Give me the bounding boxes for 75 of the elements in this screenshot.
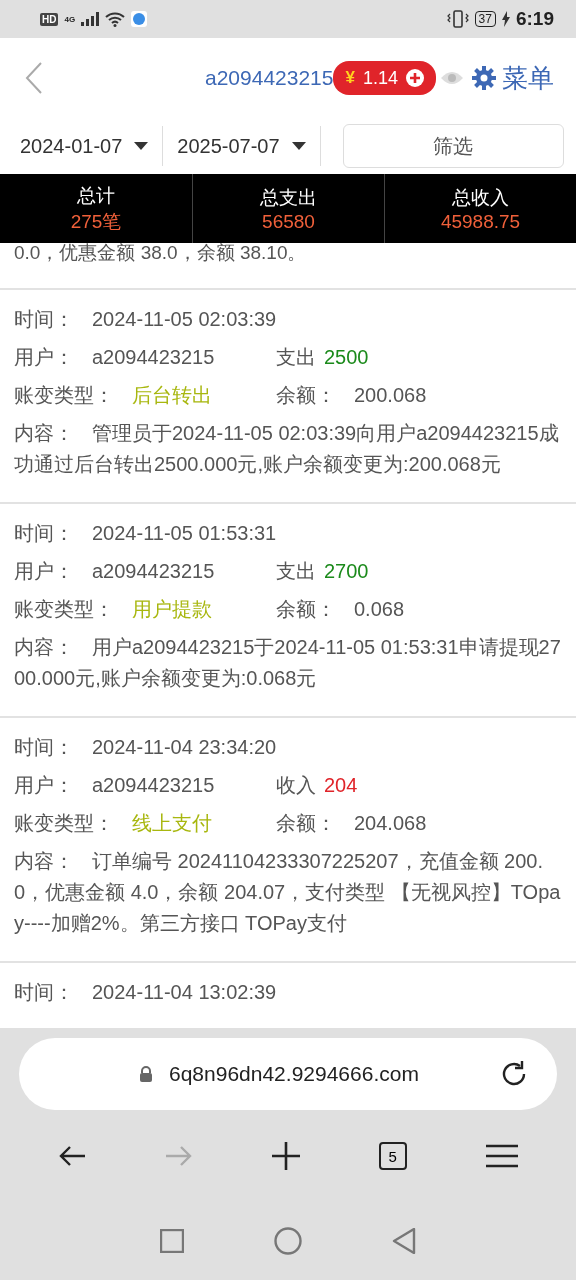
amount-label: 收入: [276, 772, 316, 798]
amount-value: 2500: [324, 345, 369, 369]
field-label: 账变类型：: [14, 596, 114, 622]
network-label: 4G: [64, 14, 76, 24]
type-value: 用户提款: [132, 596, 212, 622]
caret-icon: [291, 142, 306, 150]
content-text: 0.0，优惠金额 38.0，余额 38.10。: [13, 243, 308, 265]
content-text: 内容： 订单编号 20241104233307225207，充值金额 200.0，优惠金额 4.0，余额 204.07，支付类型 【无视风控】TOpay----加赠2%。第三方接口 TOPay支付: [14, 849, 562, 936]
end-date-select[interactable]: 2025-07-07: [177, 134, 306, 158]
time-value: 2024-11-05 01:53:31: [92, 521, 277, 545]
menu-icon[interactable]: [485, 1144, 518, 1168]
start-date-select[interactable]: 2024-01-07: [20, 134, 149, 158]
field-label: 余额：: [276, 810, 336, 836]
field-label: 时间：: [14, 520, 74, 546]
tabs-button[interactable]: 5: [378, 1142, 407, 1170]
balance-value: 200.068: [354, 383, 427, 407]
address-bar[interactable]: 6q8n96dn42.9294666.com: [19, 1038, 557, 1110]
field-label: 用户：: [14, 772, 74, 798]
user-value: a2094423215: [92, 345, 215, 369]
wifi-icon: [105, 11, 126, 27]
amount-label: 支出: [276, 344, 316, 370]
summary-label: 总支出: [260, 185, 317, 210]
back-arrow-icon[interactable]: [58, 1145, 87, 1167]
summary-label: 总计: [77, 183, 115, 208]
balance-value: 204.068: [354, 811, 427, 835]
gear-icon: [472, 66, 496, 90]
charging-icon: [501, 11, 510, 27]
content-text: 内容： 用户a2094423215于2024-11-05 01:53:31申请提现2700.000元,账户余额变更为:0.068元: [14, 635, 562, 691]
username: a2094423215: [205, 66, 334, 90]
vibrate-icon: [446, 10, 469, 28]
field-label: 用户：: [14, 558, 74, 584]
user-value: a2094423215: [92, 773, 215, 797]
signal-icon: [81, 12, 100, 26]
menu-button[interactable]: 菜单: [472, 60, 554, 96]
amount-value: 2700: [324, 559, 369, 583]
field-label: 用户：: [14, 344, 74, 370]
field-label: 时间：: [14, 734, 74, 760]
field-label: 账变类型：: [14, 382, 114, 408]
summary-value: 45988.75: [440, 210, 521, 233]
eye-icon[interactable]: [440, 70, 464, 86]
filter-button[interactable]: 筛选: [342, 124, 564, 168]
field-label: 时间：: [14, 306, 74, 332]
back-icon[interactable]: [392, 1228, 416, 1254]
amount-label: 支出: [276, 558, 316, 584]
summary-value: 275笔: [70, 209, 122, 234]
field-label: 账变类型：: [14, 810, 114, 836]
summary-value: 56580: [262, 210, 315, 233]
clock-time: 6:19: [515, 8, 554, 30]
plus-icon[interactable]: [272, 1142, 300, 1170]
field-label: 余额：: [276, 596, 336, 622]
balance-badge[interactable]: ¥ 1.14: [333, 61, 436, 95]
time-value: 2024-11-04 23:34:20: [92, 735, 277, 759]
content-text: 内容： 管理员于2024-11-05 02:03:39向用户a2094423215成功通过后台转出2500.000元,账户余额变更为:200.068元: [14, 421, 560, 477]
back-button[interactable]: [24, 61, 44, 95]
balance-value: 1.14: [362, 67, 398, 89]
balance-value: 0.068: [354, 597, 405, 621]
summary-label: 总收入: [452, 185, 509, 210]
hd-badge: HD: [40, 12, 59, 26]
field-label: 余额：: [276, 382, 336, 408]
lock-icon: [139, 1066, 153, 1082]
yuan-symbol: ¥: [345, 68, 355, 88]
type-value: 后台转出: [132, 382, 212, 408]
caret-icon: [134, 142, 149, 150]
time-value: 2024-11-05 02:03:39: [92, 307, 277, 331]
recents-icon[interactable]: [160, 1229, 184, 1253]
url-text: 6q8n96dn42.9294666.com: [169, 1062, 420, 1086]
home-icon[interactable]: [274, 1227, 302, 1255]
type-value: 线上支付: [132, 810, 212, 836]
user-value: a2094423215: [92, 559, 215, 583]
battery-icon: 37: [474, 11, 496, 27]
time-value: 2024-11-04 13:02:39: [92, 980, 277, 1004]
amount-value: 204: [324, 773, 358, 797]
forward-arrow-icon[interactable]: [165, 1145, 194, 1167]
app-icon: [131, 11, 148, 27]
field-label: 时间：: [14, 979, 74, 1005]
